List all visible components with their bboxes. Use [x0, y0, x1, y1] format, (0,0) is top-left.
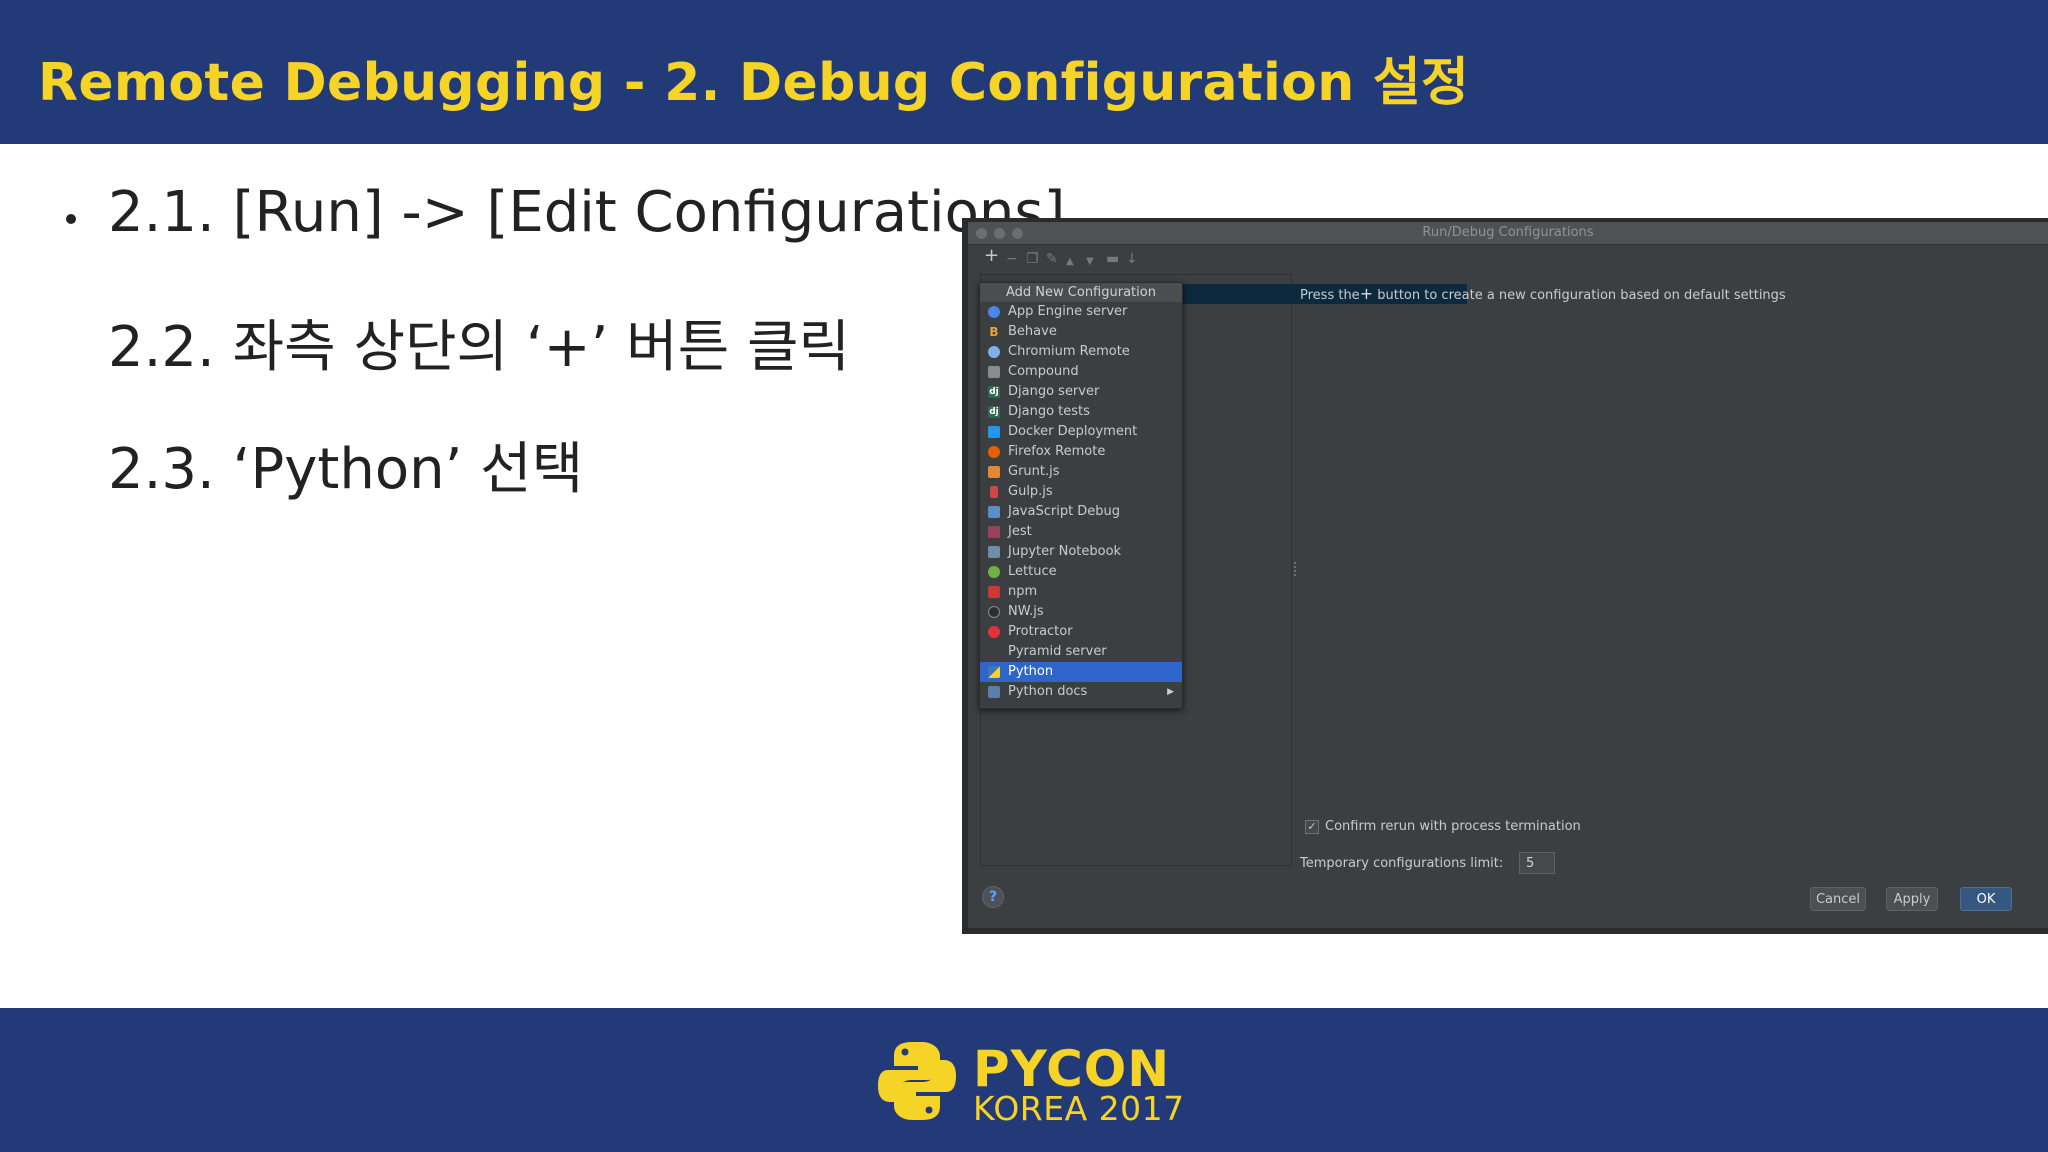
menu-header: Add New Configuration [980, 283, 1182, 302]
firefox-icon [988, 446, 1000, 458]
dialog-body: Run/Debug Configurations + − ❐ ✎ ▲ ▼ ▬ ↓… [968, 222, 2048, 928]
plus-icon[interactable]: + [984, 247, 999, 265]
pycon-korea-logo: PYCON KOREA 2017 [878, 1040, 1184, 1127]
menu-item-compound[interactable]: Compound [980, 362, 1182, 382]
menu-item-jupyter-notebook[interactable]: Jupyter Notebook [980, 542, 1182, 562]
menu-item-python[interactable]: Python [980, 662, 1182, 682]
grunt-icon [988, 466, 1000, 478]
docker-icon [988, 426, 1000, 438]
jupyter-icon [988, 546, 1000, 558]
menu-item-behave[interactable]: B Behave [980, 322, 1182, 342]
dialog-titlebar: Run/Debug Configurations [968, 222, 2048, 245]
confirm-rerun-checkbox[interactable]: ✓ [1305, 820, 1319, 834]
arrow-down-icon[interactable]: ▼ [1086, 254, 1094, 270]
compound-icon [988, 366, 1000, 378]
dialog-title: Run/Debug Configurations [1422, 225, 1594, 240]
app-engine-icon [988, 306, 1000, 318]
plus-hint-icon: + [1359, 284, 1374, 303]
menu-item-nw-js[interactable]: NW.js [980, 602, 1182, 622]
empty-config-hint: Press the+ button to create a new config… [1300, 284, 1786, 303]
menu-item-firefox-remote[interactable]: Firefox Remote [980, 442, 1182, 462]
step-3: 2.3. ‘Python’ 선택 [108, 437, 584, 502]
pyramid-icon [988, 646, 1000, 658]
django-icon: dj [988, 386, 1000, 398]
menu-item-javascript-debug[interactable]: JavaScript Debug [980, 502, 1182, 522]
menu-item-pyramid-server[interactable]: Pyramid server [980, 642, 1182, 662]
nwjs-icon [988, 606, 1000, 618]
temp-limit-input[interactable]: 5 [1519, 852, 1555, 874]
apply-button[interactable]: Apply [1886, 887, 1938, 911]
add-configuration-menu: Add New Configuration App Engine server … [979, 282, 1183, 709]
bullet-dot [66, 214, 76, 224]
menu-item-django-server[interactable]: dj Django server [980, 382, 1182, 402]
menu-item-jest[interactable]: Jest [980, 522, 1182, 542]
protractor-icon [988, 626, 1000, 638]
run-debug-dialog: Run/Debug Configurations + − ❐ ✎ ▲ ▼ ▬ ↓… [962, 218, 2048, 934]
menu-item-django-tests[interactable]: dj Django tests [980, 402, 1182, 422]
chromium-icon [988, 346, 1000, 358]
menu-item-gulp-js[interactable]: Gulp.js [980, 482, 1182, 502]
lettuce-icon [988, 566, 1000, 578]
copy-icon[interactable]: ❐ [1026, 251, 1039, 267]
python-docs-icon [988, 686, 1000, 698]
python-logo-icon [878, 1042, 956, 1120]
menu-item-protractor[interactable]: Protractor [980, 622, 1182, 642]
menu-item-chromium-remote[interactable]: Chromium Remote [980, 342, 1182, 362]
menu-item-lettuce[interactable]: Lettuce [980, 562, 1182, 582]
menu-item-npm[interactable]: npm [980, 582, 1182, 602]
behave-icon: B [989, 325, 999, 339]
temp-limit-label: Temporary configurations limit: [1300, 856, 1504, 871]
confirm-rerun-label: Confirm rerun with process termination [1325, 819, 1581, 834]
minus-icon[interactable]: − [1006, 251, 1018, 267]
folder-icon[interactable]: ▬ [1106, 251, 1119, 267]
menu-item-docker-deployment[interactable]: Docker Deployment [980, 422, 1182, 442]
dialog-toolbar: + − ❐ ✎ ▲ ▼ ▬ ↓ [968, 245, 2048, 273]
help-icon[interactable]: ? [982, 886, 1004, 908]
wrench-icon[interactable]: ✎ [1046, 251, 1058, 267]
npm-icon [988, 586, 1000, 598]
cancel-button[interactable]: Cancel [1810, 887, 1866, 911]
django-tests-icon: dj [988, 406, 1000, 418]
slide-title: Remote Debugging - 2. Debug Configuratio… [38, 53, 1470, 113]
jest-icon [988, 526, 1000, 538]
menu-item-python-docs[interactable]: Python docs ▶ [980, 682, 1182, 702]
arrow-up-icon[interactable]: ▲ [1066, 254, 1074, 270]
step-1: 2.1. [Run] -> [Edit Configurations] [108, 180, 1066, 245]
logo-subtitle: KOREA 2017 [973, 1089, 1185, 1128]
menu-item-grunt-js[interactable]: Grunt.js [980, 462, 1182, 482]
gulp-icon [990, 486, 998, 498]
slide-header: Remote Debugging - 2. Debug Configuratio… [0, 0, 2048, 144]
menu-item-app-engine-server[interactable]: App Engine server [980, 302, 1182, 322]
panel-splitter[interactable] [1294, 562, 1298, 576]
sort-icon[interactable]: ↓ [1126, 251, 1138, 267]
python-icon [988, 666, 1000, 678]
step-2: 2.2. 좌측 상단의 ‘+’ 버튼 클릭 [108, 315, 851, 380]
ok-button[interactable]: OK [1960, 887, 2012, 911]
submenu-arrow-icon: ▶ [1167, 687, 1174, 697]
javascript-debug-icon [988, 506, 1000, 518]
